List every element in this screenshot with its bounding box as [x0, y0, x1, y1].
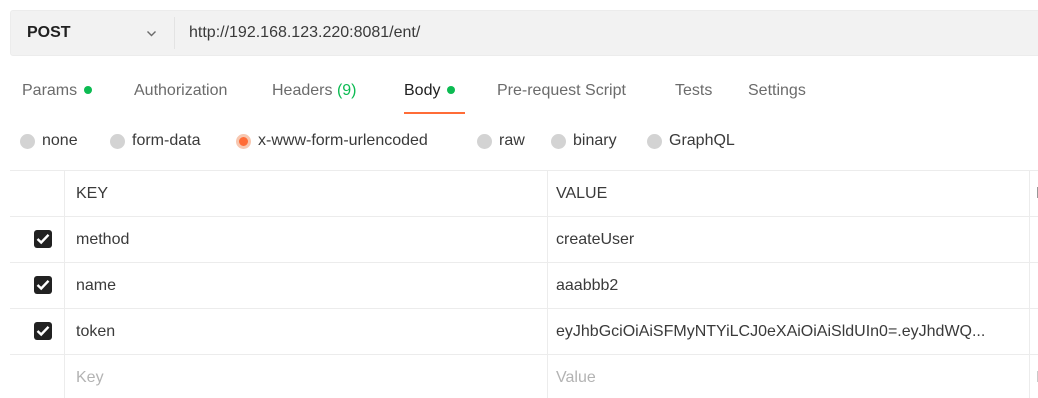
key-cell[interactable]: method: [76, 231, 129, 249]
tab-settings[interactable]: Settings: [748, 78, 806, 108]
tab-label: Authorization: [134, 82, 228, 99]
radio-icon[interactable]: [20, 133, 35, 149]
body-type-selector: none form-data x-www-form-urlencoded raw…: [0, 132, 1038, 156]
tab-label: Headers: [272, 82, 333, 99]
tab-pre-request-script[interactable]: Pre-request Script: [497, 78, 626, 108]
key-input-placeholder[interactable]: Key: [76, 369, 104, 387]
table-row: token eyJhbGciOiAiSFMyNTYiLCJ0eXAiOiAiSl…: [10, 308, 1038, 354]
checkbox-checked-icon[interactable]: [34, 230, 52, 248]
url-input[interactable]: http://192.168.123.220:8081/ent/: [189, 24, 420, 42]
method-select[interactable]: POST: [11, 11, 174, 55]
radio-icon[interactable]: [477, 133, 492, 149]
table-header-row: KEY VALUE D: [10, 170, 1038, 216]
url-bar: POST http://192.168.123.220:8081/ent/: [10, 10, 1038, 56]
body-type-graphql[interactable]: GraphQL: [647, 132, 735, 150]
body-type-binary[interactable]: binary: [551, 132, 617, 150]
request-tabs: Params Authorization Headers (9) Body Pr…: [0, 78, 1038, 118]
tab-label: Body: [404, 82, 441, 99]
active-tab-indicator: [404, 112, 465, 114]
key-cell[interactable]: name: [76, 277, 116, 295]
radio-selected-icon[interactable]: [236, 133, 251, 149]
column-header-value: VALUE: [556, 185, 608, 202]
table-row: method createUser: [10, 216, 1038, 262]
tab-headers[interactable]: Headers (9): [272, 78, 357, 108]
tab-authorization[interactable]: Authorization: [134, 78, 227, 108]
value-cell[interactable]: createUser: [556, 231, 634, 249]
radio-icon[interactable]: [647, 133, 662, 149]
body-type-none[interactable]: none: [20, 132, 78, 150]
body-type-label: GraphQL: [669, 132, 735, 149]
tab-body[interactable]: Body: [404, 78, 456, 108]
checkbox-checked-icon[interactable]: [34, 276, 52, 294]
radio-icon[interactable]: [551, 133, 566, 149]
tab-label: Settings: [748, 82, 806, 99]
body-type-label: raw: [499, 132, 525, 149]
body-type-urlencoded[interactable]: x-www-form-urlencoded: [236, 132, 428, 150]
headers-count-badge: (9): [336, 82, 357, 99]
table-row: name aaabbb2: [10, 262, 1038, 308]
body-type-label: form-data: [132, 132, 201, 149]
request-editor: POST http://192.168.123.220:8081/ent/ Pa…: [0, 0, 1038, 398]
tab-params[interactable]: Params: [22, 78, 93, 108]
key-cell[interactable]: token: [76, 323, 115, 341]
checkbox-checked-icon[interactable]: [34, 322, 52, 340]
tab-label: Pre-request Script: [497, 82, 626, 99]
value-input-placeholder[interactable]: Value: [556, 369, 596, 387]
body-type-label: x-www-form-urlencoded: [258, 132, 428, 149]
column-header-key: KEY: [76, 185, 109, 202]
tab-label: Params: [22, 82, 78, 99]
body-type-label: none: [42, 132, 78, 149]
tab-tests[interactable]: Tests: [675, 78, 712, 108]
status-dot-icon: [447, 86, 456, 94]
method-label: POST: [27, 24, 71, 41]
url-divider: [174, 17, 175, 49]
table-row-new: Key Value D: [10, 354, 1038, 398]
value-cell[interactable]: eyJhbGciOiAiSFMyNTYiLCJ0eXAiOiAiSldUIn0=…: [556, 323, 985, 341]
radio-icon[interactable]: [110, 133, 125, 149]
status-dot-icon: [84, 86, 93, 94]
body-type-raw[interactable]: raw: [477, 132, 525, 150]
tab-label: Tests: [675, 82, 713, 99]
body-type-label: binary: [573, 132, 617, 149]
value-cell[interactable]: aaabbb2: [556, 277, 618, 295]
params-table: KEY VALUE D method createUser name aaabb…: [10, 170, 1038, 398]
body-type-form-data[interactable]: form-data: [110, 132, 200, 150]
chevron-down-icon: [147, 31, 156, 37]
